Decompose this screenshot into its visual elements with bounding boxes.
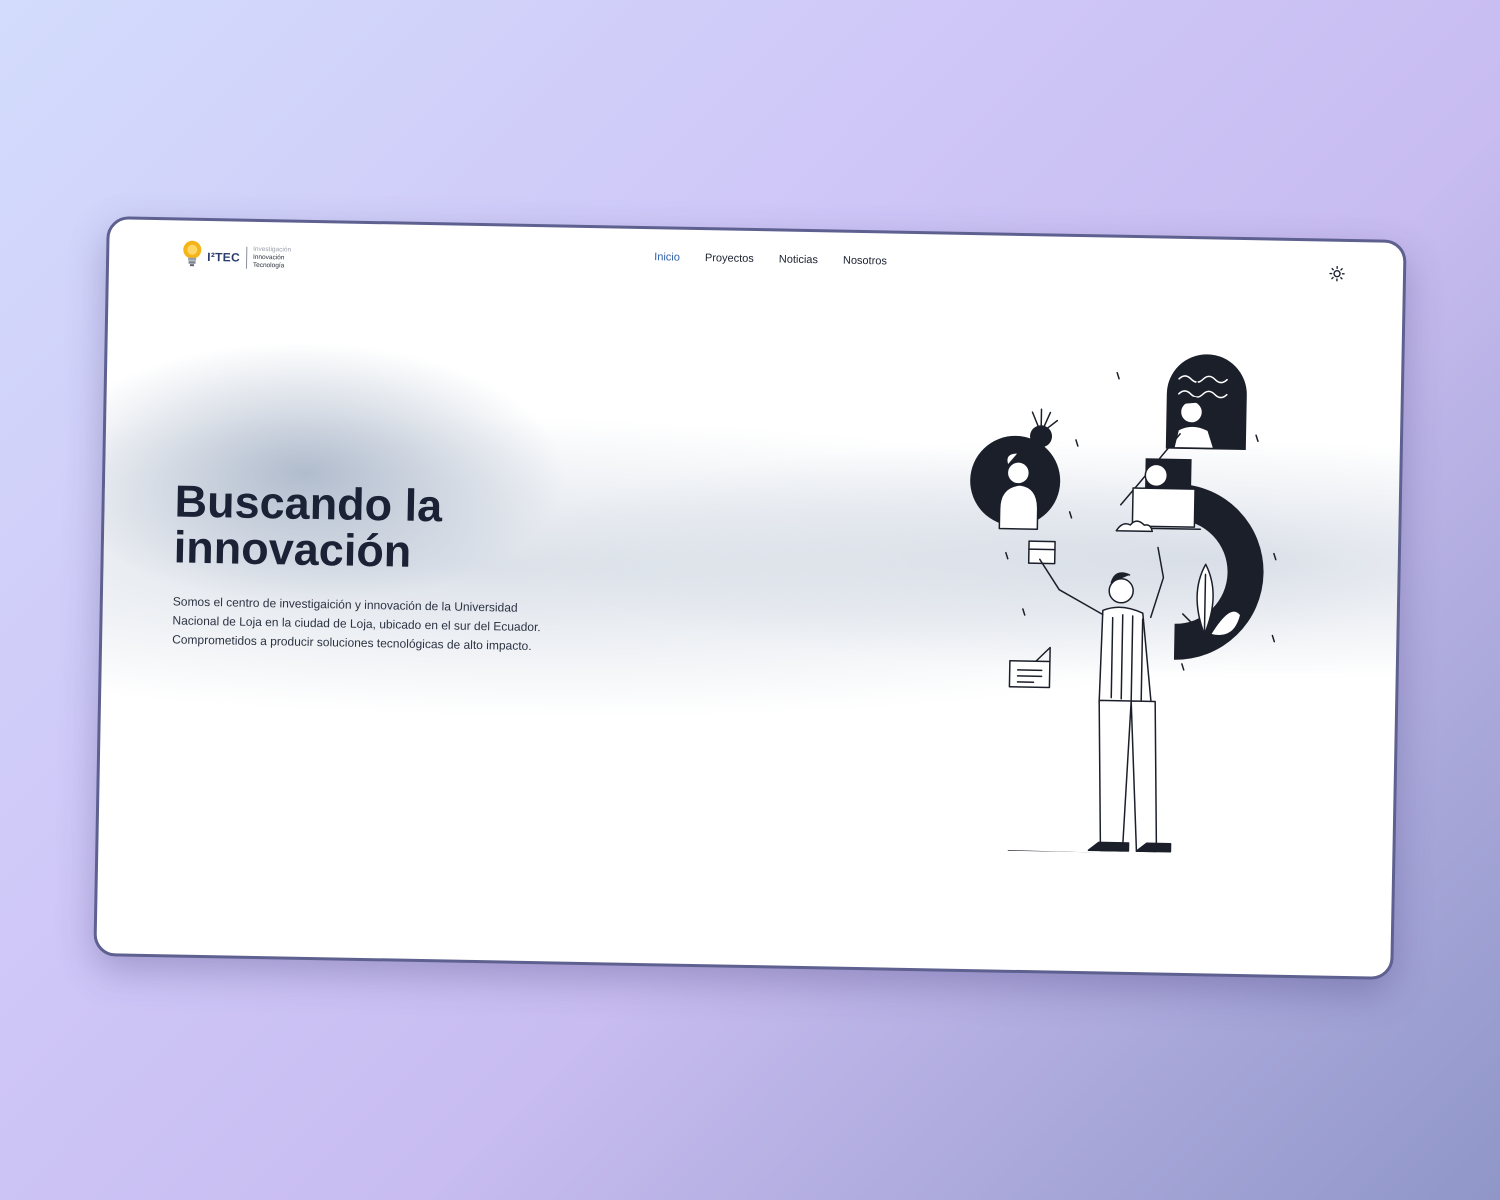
hero-description: Somos el centro de investigaición y inno… [172,592,563,656]
hero-illustration [970,354,1277,857]
hero-description-line: Nacional de Loja en la ciudad de Loja, u… [172,613,541,635]
lightbulb-icon [181,239,204,274]
logo-tagline: Investigación Innovación Tecnología [253,245,291,270]
main-nav: Inicio Proyectos Noticias Nosotros [654,251,887,267]
hero-description-line: Comprometidos a producir soluciones tecn… [172,632,532,654]
sun-icon [1329,266,1345,282]
navbar: I²TEC Investigación Innovación Tecnologí… [109,219,1404,313]
nav-link-nosotros[interactable]: Nosotros [843,255,887,268]
nav-link-inicio[interactable]: Inicio [654,251,680,263]
hero-title: Buscando la innovación [173,475,595,578]
hero-description-line: Somos el centro de investigaición y inno… [172,594,518,615]
nav-link-proyectos[interactable]: Proyectos [705,252,754,265]
hero-title-line: innovación [173,521,412,577]
logo-tagline-line: Tecnología [252,261,285,269]
logo-wordmark: I²TEC [207,249,241,265]
theme-toggle-button[interactable] [1329,266,1345,282]
nav-link-noticias[interactable]: Noticias [779,253,818,266]
logo-divider [245,246,248,269]
site-logo[interactable]: I²TEC Investigación Innovación Tecnologí… [181,239,291,276]
browser-window: I²TEC Investigación Innovación Tecnologí… [93,216,1407,980]
